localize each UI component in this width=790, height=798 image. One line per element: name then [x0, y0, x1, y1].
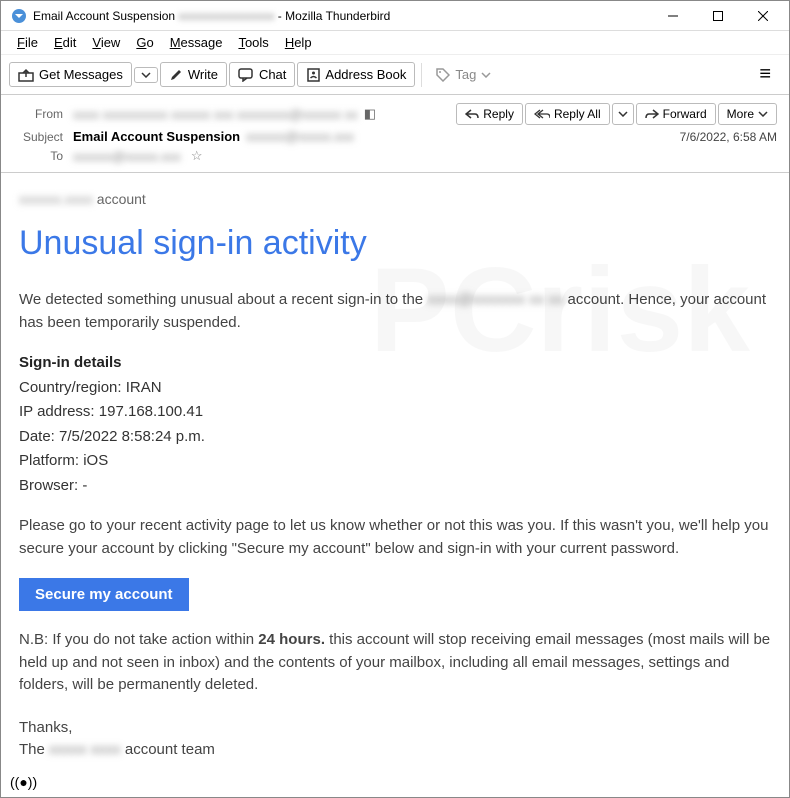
pencil-icon — [169, 68, 183, 82]
chat-icon — [238, 68, 254, 82]
write-button[interactable]: Write — [160, 62, 227, 87]
app-icon — [11, 8, 27, 24]
minimize-button[interactable] — [650, 1, 695, 31]
get-messages-dropdown[interactable] — [134, 67, 158, 83]
menu-view[interactable]: View — [84, 33, 128, 52]
para-nb: N.B: If you do not take action within 24… — [19, 629, 771, 697]
menu-file[interactable]: File — [9, 33, 46, 52]
subject-label: Subject — [13, 130, 63, 144]
title-redacted: xxxxxxxxxxxxxxxx — [178, 9, 274, 23]
close-button[interactable] — [740, 1, 785, 31]
chevron-down-icon — [618, 111, 628, 117]
title-suffix: - Mozilla Thunderbird — [278, 9, 391, 23]
menu-help[interactable]: Help — [277, 33, 320, 52]
more-button[interactable]: More — [718, 103, 777, 125]
more-label: More — [727, 107, 754, 121]
para-intro: We detected something unusual about a re… — [19, 289, 771, 334]
hamburger-icon: ≡ — [759, 63, 771, 85]
menu-tools[interactable]: Tools — [230, 33, 276, 52]
chevron-down-icon — [141, 72, 151, 78]
connection-status-icon: ((●)) — [10, 774, 37, 790]
message-headers: From xxxx xxxxxxxxxx xxxxxx xxx xxxxxxxx… — [1, 95, 789, 173]
reply-all-button[interactable]: Reply All — [525, 103, 610, 125]
reply-all-dropdown[interactable] — [612, 103, 634, 125]
account-suffix: account — [97, 191, 146, 207]
from-label: From — [13, 107, 63, 121]
window-titlebar: Email Account Suspension xxxxxxxxxxxxxxx… — [1, 1, 789, 31]
contact-icon[interactable]: ◧ — [364, 106, 376, 122]
email-title: Unusual sign-in activity — [19, 218, 771, 269]
tag-button[interactable]: Tag — [428, 63, 499, 86]
from-value-redacted: xxxx xxxxxxxxxx xxxxxx xxx xxxxxxxx@xxxx… — [73, 107, 358, 122]
chat-label: Chat — [259, 67, 286, 82]
menu-go[interactable]: Go — [128, 33, 161, 52]
menu-edit[interactable]: Edit — [46, 33, 84, 52]
maximize-button[interactable] — [695, 1, 740, 31]
detail-browser: Browser: - — [19, 475, 771, 498]
chevron-down-icon — [481, 72, 491, 78]
get-messages-button[interactable]: Get Messages — [9, 62, 132, 87]
address-book-icon — [306, 68, 320, 82]
account-domain-redacted: xxxxxx.xxxx — [19, 189, 93, 210]
reply-all-label: Reply All — [554, 107, 601, 121]
detail-platform: Platform: iOS — [19, 450, 771, 473]
para-instructions: Please go to your recent activity page t… — [19, 515, 771, 560]
toolbar: Get Messages Write Chat Address Book Tag… — [1, 55, 789, 95]
get-messages-label: Get Messages — [39, 67, 123, 82]
forward-icon — [645, 109, 659, 119]
to-label: To — [13, 149, 63, 163]
forward-button[interactable]: Forward — [636, 103, 716, 125]
detail-ip: IP address: 197.168.100.41 — [19, 401, 771, 424]
detail-country: Country/region: IRAN — [19, 377, 771, 400]
detail-date: Date: 7/5/2022 8:58:24 p.m. — [19, 426, 771, 449]
reply-label: Reply — [483, 107, 514, 121]
app-menu-button[interactable]: ≡ — [749, 59, 781, 90]
tag-label: Tag — [455, 67, 476, 82]
forward-label: Forward — [663, 107, 707, 121]
toolbar-separator — [421, 63, 422, 87]
signature: Thanks, The xxxxx xxxx account team — [19, 717, 771, 762]
to-value-redacted: xxxxxx@xxxxx.xxx — [73, 149, 181, 164]
reply-button[interactable]: Reply — [456, 103, 523, 125]
star-button[interactable]: ☆ — [191, 148, 203, 164]
message-timestamp: 7/6/2022, 6:58 AM — [680, 130, 777, 144]
window-title: Email Account Suspension xxxxxxxxxxxxxxx… — [33, 9, 650, 23]
details-heading: Sign-in details — [19, 352, 771, 375]
email-redacted: xxxx@xxxxxxx xx xx — [427, 289, 563, 312]
menubar: File Edit View Go Message Tools Help — [1, 31, 789, 55]
write-label: Write — [188, 67, 218, 82]
reply-icon — [465, 109, 479, 119]
message-body: PCrisk xxxxxx.xxxx account Unusual sign-… — [1, 173, 789, 778]
menu-message[interactable]: Message — [162, 33, 231, 52]
reply-all-icon — [534, 109, 550, 119]
account-line: xxxxxx.xxxx account — [19, 189, 771, 210]
title-prefix: Email Account Suspension — [33, 9, 175, 23]
address-book-label: Address Book — [325, 67, 406, 82]
subject-value: Email Account Suspension — [73, 129, 240, 144]
secure-account-button[interactable]: Secure my account — [19, 578, 189, 611]
subject-redacted: xxxxxx@xxxxx.xxx — [246, 129, 354, 144]
tag-icon — [436, 68, 450, 82]
chat-button[interactable]: Chat — [229, 62, 295, 87]
address-book-button[interactable]: Address Book — [297, 62, 415, 87]
inbox-icon — [18, 68, 34, 82]
chevron-down-icon — [758, 111, 768, 117]
window-controls — [650, 1, 785, 31]
team-redacted: xxxxx xxxx — [49, 739, 121, 762]
